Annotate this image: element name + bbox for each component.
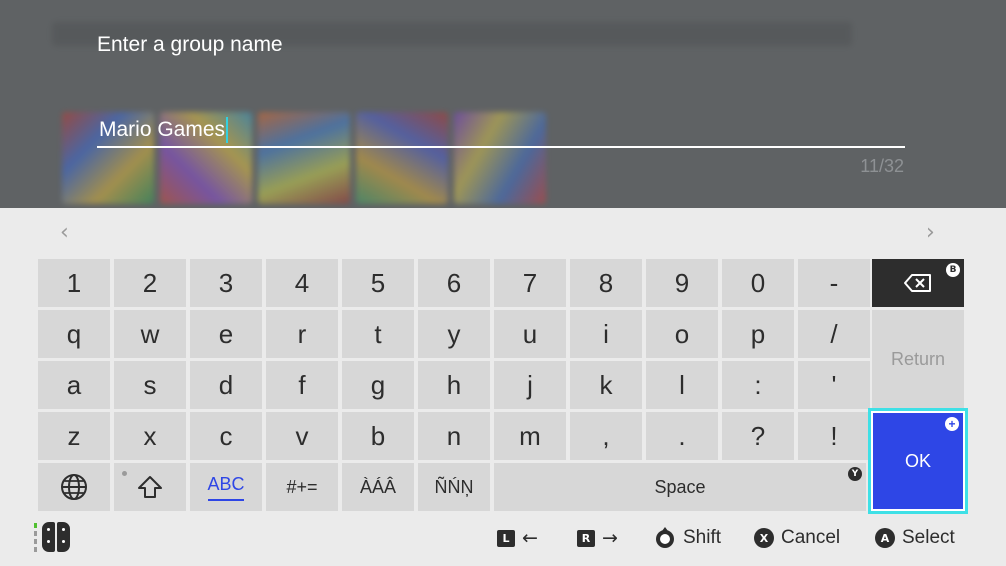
shift-indicator [122,471,127,476]
joycon-icon [34,522,70,552]
x-button-icon: X [754,528,774,548]
key-2-10[interactable]: ' [798,361,870,409]
key-2-1[interactable]: s [114,361,186,409]
hint-cancel: X Cancel [754,527,840,549]
hint-l-left: L ← [497,527,538,549]
backspace-key[interactable]: B [872,259,964,307]
software-keyboard: ‹ › 1 2 3 4 5 6 7 8 9 0- q w e r t y u i o p / a s d f g h j k l: ' z x c… [0,208,1006,516]
key-2-8[interactable]: l [646,361,718,409]
key-2-9[interactable]: : [722,361,794,409]
key-1-10[interactable]: / [798,310,870,358]
key-3-4[interactable]: b [342,412,414,460]
key-3-0[interactable]: z [38,412,110,460]
space-label: Space [654,476,706,497]
shift-key[interactable] [114,463,186,511]
right-joycon [57,522,70,552]
accents-n-mode-key[interactable]: ÑŃŅ [418,463,490,511]
key-3-10[interactable]: ! [798,412,870,460]
hint-r-right: R → [577,527,618,549]
key-1-8[interactable]: o [646,310,718,358]
group-name-field[interactable]: Mario Games [97,110,905,148]
stick-icon [656,527,674,548]
key-3-1[interactable]: x [114,412,186,460]
shift-hint-label: Shift [683,527,722,548]
globe-icon [61,474,87,500]
key-0-7[interactable]: 8 [570,259,642,307]
key-1-7[interactable]: i [570,310,642,358]
key-0-8[interactable]: 9 [646,259,718,307]
key-0-5[interactable]: 6 [418,259,490,307]
a-button-icon: A [875,528,895,548]
abc-label: ABC [207,473,245,494]
key-1-3[interactable]: r [266,310,338,358]
key-0-9[interactable]: 0 [722,259,794,307]
key-1-0[interactable]: q [38,310,110,358]
key-3-3[interactable]: v [266,412,338,460]
key-3-5[interactable]: n [418,412,490,460]
key-2-0[interactable]: a [38,361,110,409]
active-mode-underline [208,499,244,501]
key-0-10[interactable]: - [798,259,870,307]
return-key[interactable]: Return [872,310,964,409]
symbols-mode-key[interactable]: #+= [266,463,338,511]
plus-button-badge: + [945,417,959,431]
arrow-left-icon: ← [522,527,538,549]
key-1-6[interactable]: u [494,310,566,358]
l-button-icon: L [497,529,515,547]
hint-shift: Shift [654,527,721,549]
ok-key[interactable]: OK + [868,408,968,514]
key-1-2[interactable]: e [190,310,262,358]
key-1-4[interactable]: t [342,310,414,358]
ok-label: OK [904,450,931,471]
arrow-right-icon: → [602,527,618,549]
key-2-5[interactable]: h [418,361,490,409]
key-3-9[interactable]: ? [722,412,794,460]
key-2-7[interactable]: k [570,361,642,409]
ok-key-face: OK + [873,413,963,509]
key-3-8[interactable]: . [646,412,718,460]
key-2-2[interactable]: d [190,361,262,409]
r-button-icon: R [577,529,595,547]
select-hint-label: Select [902,527,955,548]
key-2-3[interactable]: f [266,361,338,409]
hint-select: A Select [875,527,955,549]
key-0-4[interactable]: 5 [342,259,414,307]
key-3-7[interactable]: , [570,412,642,460]
character-counter: 11/32 [860,156,904,176]
field-value-wrap: Mario Games [99,117,229,143]
key-3-6[interactable]: m [494,412,566,460]
key-1-1[interactable]: w [114,310,186,358]
footer-hints: L ← R → Shift X Cancel A Select [0,516,1006,566]
group-name-value: Mario Games [99,118,226,141]
accents-a-mode-key[interactable]: ÀÁÂ [342,463,414,511]
key-1-9[interactable]: p [722,310,794,358]
key-3-2[interactable]: c [190,412,262,460]
nav-right-icon[interactable]: › [926,220,935,245]
left-joycon [42,522,55,552]
key-1-5[interactable]: y [418,310,490,358]
dialog-prompt: Enter a group name [97,33,283,56]
space-key[interactable]: Space Y [494,463,866,511]
abc-mode-key[interactable]: ABC [190,463,262,511]
key-0-3[interactable]: 4 [266,259,338,307]
key-0-6[interactable]: 7 [494,259,566,307]
text-caret [226,117,229,143]
key-2-6[interactable]: j [494,361,566,409]
key-0-2[interactable]: 3 [190,259,262,307]
y-button-badge: Y [848,467,862,481]
dimmed-background: Enter a group name Mario Games 11/32 [0,0,1006,208]
player-indicator [34,522,37,552]
key-0-0[interactable]: 1 [38,259,110,307]
key-0-1[interactable]: 2 [114,259,186,307]
b-button-badge: B [946,263,960,277]
key-2-4[interactable]: g [342,361,414,409]
backspace-icon [904,274,931,292]
cancel-hint-label: Cancel [781,527,841,548]
shift-icon [138,476,162,498]
language-key[interactable] [38,463,110,511]
nav-left-icon[interactable]: ‹ [60,220,69,245]
